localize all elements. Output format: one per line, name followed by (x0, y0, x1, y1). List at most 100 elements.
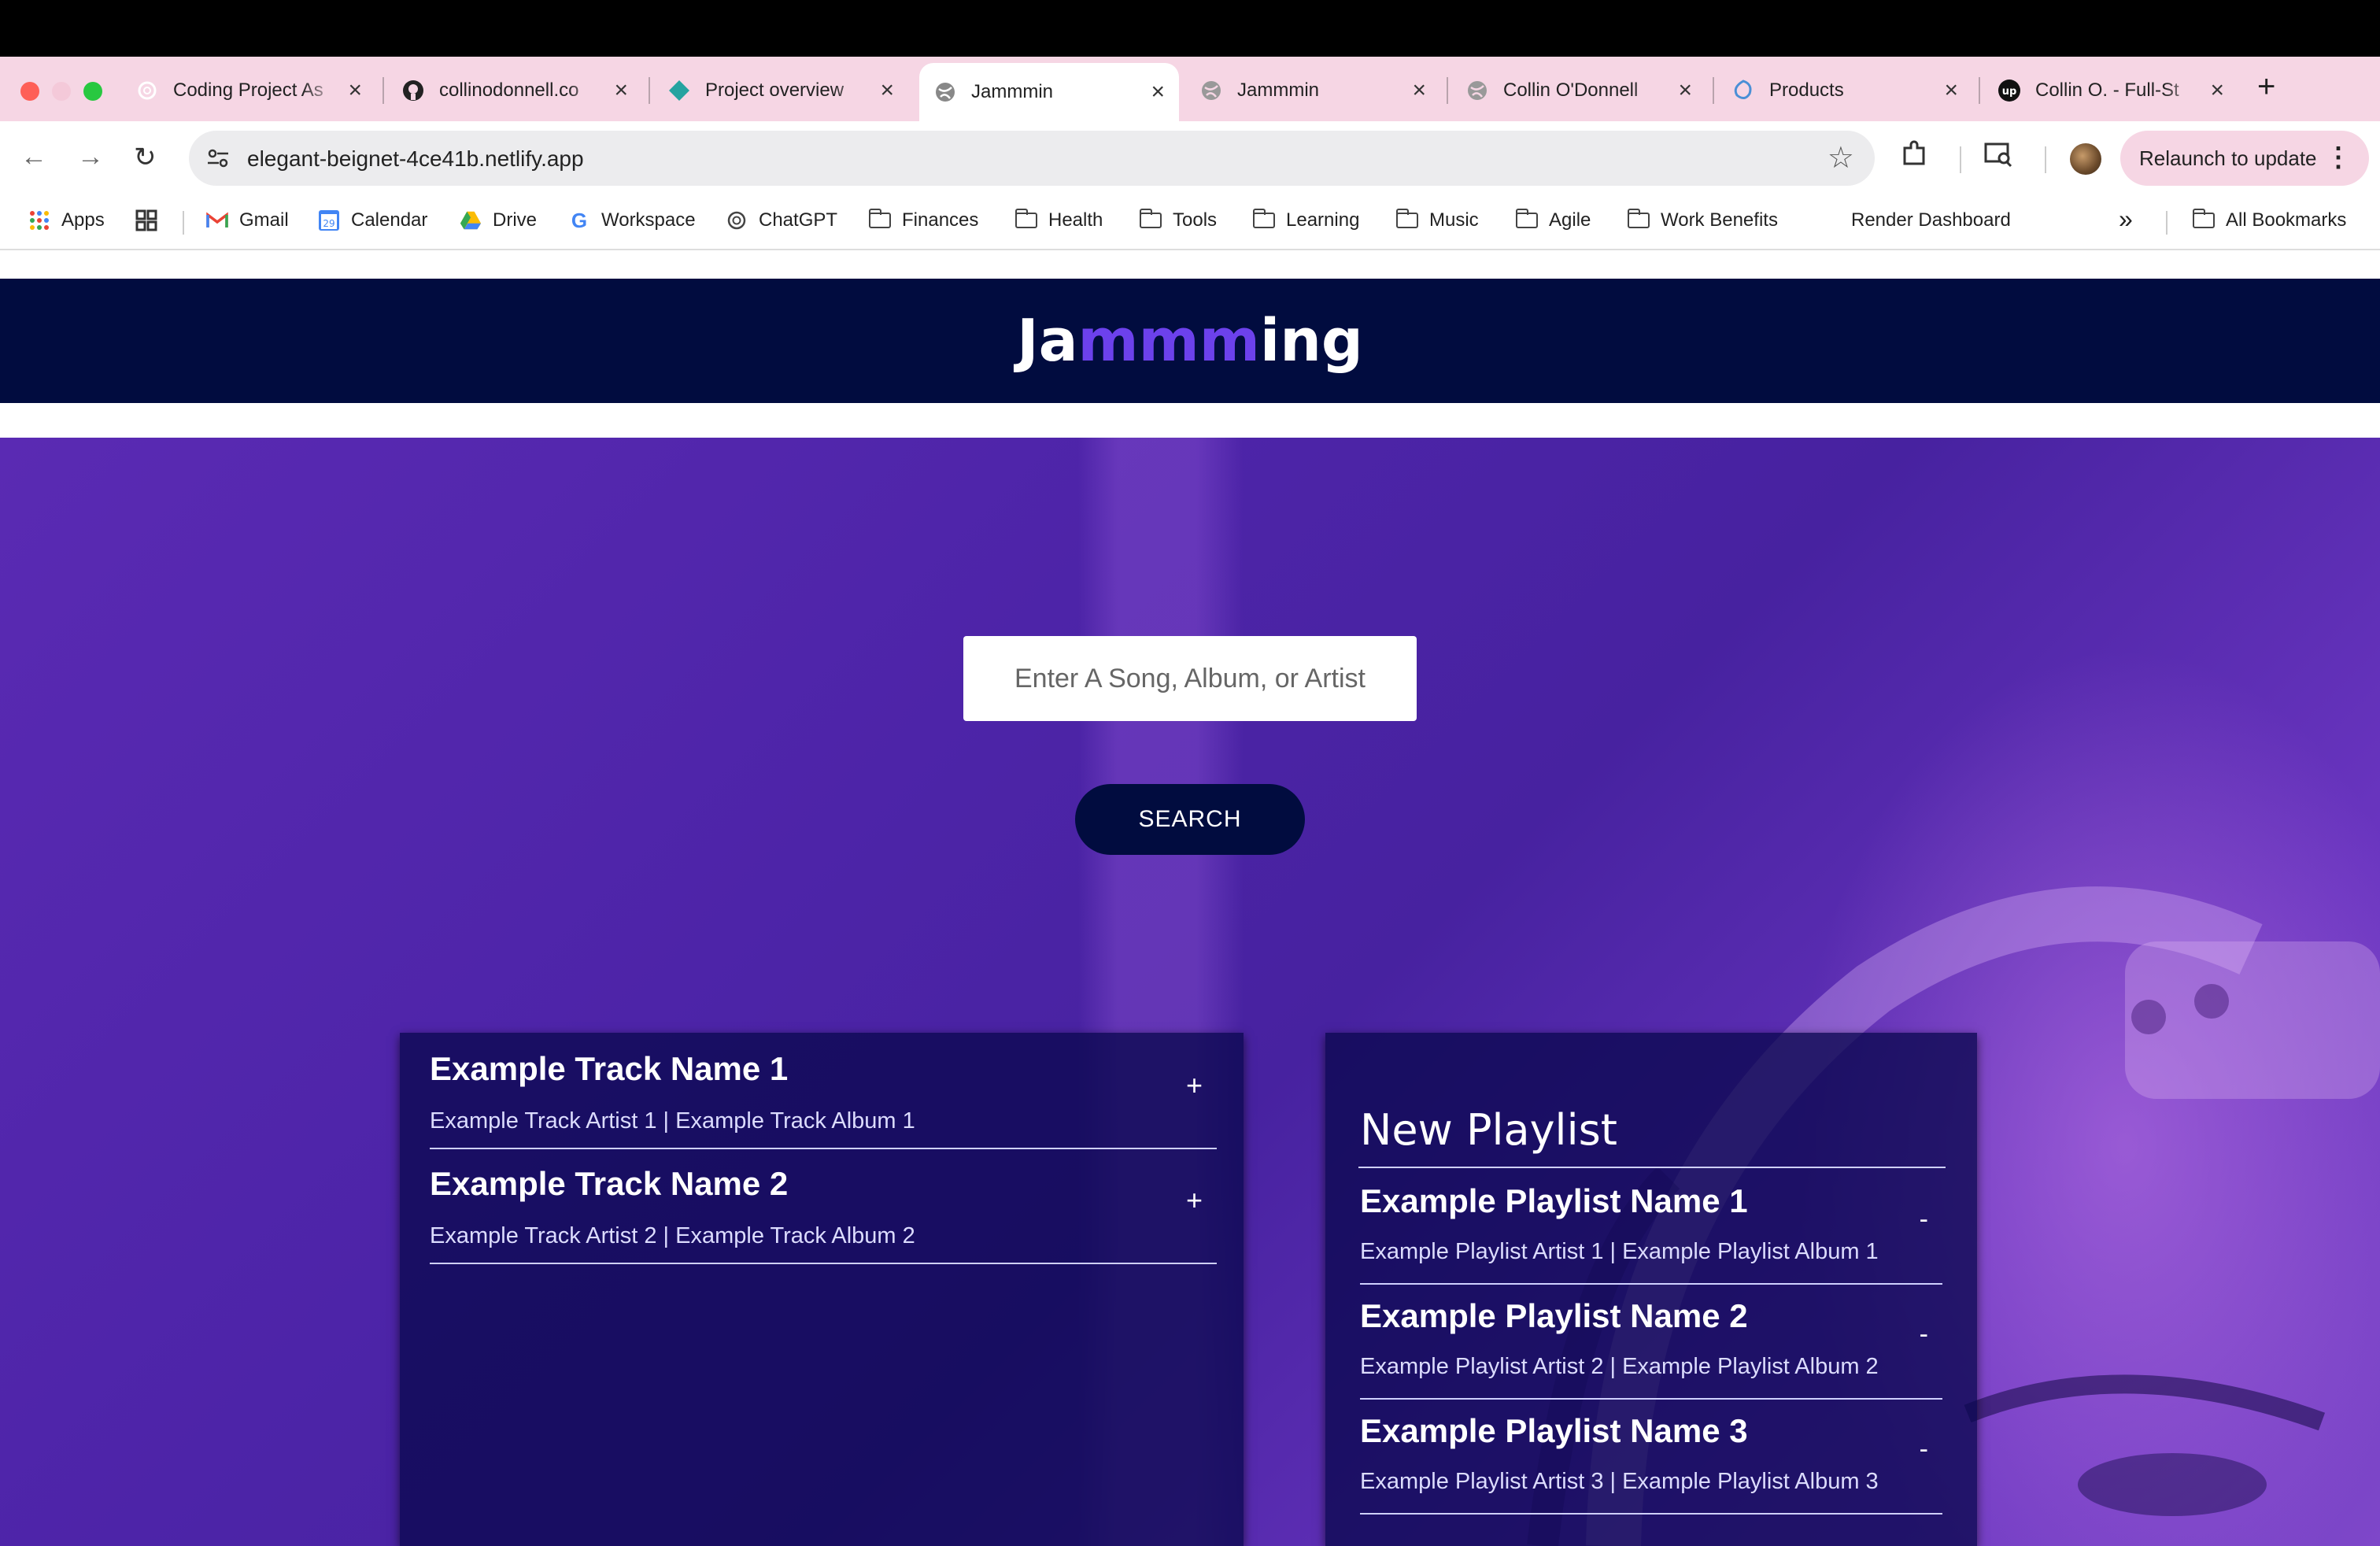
playlist-track: Example Playlist Name 1 Example Playlist… (1360, 1168, 1942, 1285)
calendar-day-number: 29 (323, 218, 334, 229)
remove-track-button[interactable]: - (1920, 1319, 1928, 1350)
close-icon[interactable]: × (348, 77, 362, 104)
tab-jammmin[interactable]: Jammmin × (1185, 65, 1440, 117)
tab-title: Jammmin (971, 81, 1054, 102)
close-window-button[interactable] (20, 82, 39, 101)
tab-collin-odonnell[interactable]: Collin O'Donnell × (1451, 65, 1706, 117)
bookmark-render-dashboard[interactable]: Render Dashboard (1851, 209, 2011, 231)
tab-divider (382, 77, 384, 104)
search-input[interactable] (963, 636, 1417, 721)
bookmark-folder-agile[interactable]: Agile (1515, 209, 1591, 231)
screen-top-strip (0, 0, 2380, 57)
tab-coding-project[interactable]: Coding Project As × (121, 65, 376, 117)
bookmark-workspace[interactable]: G Workspace (568, 208, 696, 232)
profile-avatar[interactable] (2070, 143, 2101, 175)
tab-divider (1447, 77, 1448, 104)
back-arrow-icon[interactable]: ← (20, 142, 47, 172)
bookmark-apps[interactable]: Apps (28, 209, 105, 231)
tab-title: collinodonnell.co (439, 80, 579, 101)
bookmark-label: Learning (1286, 209, 1360, 231)
bookmark-folder-health[interactable]: Health (1014, 209, 1103, 231)
new-tab-button[interactable]: + (2257, 69, 2275, 105)
result-track: Example Track Name 2 Example Track Artis… (430, 1148, 1217, 1264)
bookmark-gmail[interactable]: Gmail (206, 209, 289, 231)
toolbar-divider (1960, 146, 1961, 173)
bookmark-folder-music[interactable]: Music (1395, 209, 1479, 231)
bookmark-label: All Bookmarks (2226, 209, 2347, 231)
search-results-panel: Example Track Name 1 Example Track Artis… (400, 1033, 1244, 1546)
app-header: Jammming (0, 279, 2380, 403)
track-name: Example Playlist Name 2 (1360, 1297, 1748, 1334)
close-icon[interactable]: × (1944, 77, 1958, 104)
logo-highlight: mmm (1077, 307, 1260, 375)
toolbar-divider (2045, 146, 2046, 173)
forward-arrow-icon[interactable]: → (77, 142, 104, 172)
upwork-icon: up (1998, 79, 2021, 102)
tab-search-icon[interactable] (1983, 140, 2013, 176)
search-button[interactable]: SEARCH (1075, 784, 1305, 855)
tab-project-overview[interactable]: Project overview × (653, 65, 908, 117)
logo-prefix: Ja (1017, 307, 1078, 375)
tab-groups-button[interactable] (135, 209, 168, 231)
add-track-button[interactable]: + (1186, 1069, 1203, 1102)
extensions-puzzle-icon[interactable] (1900, 140, 1928, 176)
add-track-button[interactable]: + (1186, 1184, 1203, 1217)
globe-icon (933, 80, 957, 104)
all-bookmarks-folder[interactable]: All Bookmarks (2192, 209, 2347, 231)
bookmark-star-icon[interactable]: ☆ (1828, 140, 1854, 176)
bookmark-folder-learning[interactable]: Learning (1252, 209, 1360, 231)
close-icon[interactable]: × (1412, 77, 1426, 104)
track-name: Example Playlist Name 3 (1360, 1412, 1748, 1449)
track-name: Example Track Name 1 (430, 1050, 789, 1087)
tab-products[interactable]: Products × (1717, 65, 1972, 117)
track-artist-album: Example Playlist Artist 1 | Example Play… (1360, 1239, 1879, 1264)
bookmark-label: Apps (61, 209, 105, 231)
bookmarks-overflow-icon[interactable]: » (2119, 205, 2133, 234)
tab-jammmin-active[interactable]: Jammmin × (919, 63, 1179, 121)
maximize-window-button[interactable] (83, 82, 102, 101)
github-icon (401, 79, 425, 102)
bookmark-drive[interactable]: Drive (460, 209, 537, 231)
tab-title: Collin O'Donnell (1503, 80, 1639, 101)
minimize-window-button[interactable] (52, 82, 71, 101)
track-artist-album: Example Playlist Artist 3 | Example Play… (1360, 1469, 1879, 1494)
jammming-logo: Jammming (1017, 307, 1363, 375)
folder-icon (1014, 209, 1037, 231)
tab-title: Collin O. - Full-St (2035, 80, 2179, 101)
remove-track-button[interactable]: - (1920, 1434, 1928, 1465)
address-bar[interactable]: elegant-beignet-4ce41b.netlify.app ☆ (189, 131, 1875, 186)
remove-track-button[interactable]: - (1920, 1204, 1928, 1235)
close-icon[interactable]: × (1151, 79, 1165, 105)
track-artist-album: Example Track Artist 1 | Example Track A… (430, 1108, 915, 1134)
google-icon: G (571, 208, 588, 232)
tab-github[interactable]: collinodonnell.co × (387, 65, 642, 117)
bookmark-folder-finances[interactable]: Finances (868, 209, 978, 231)
bookmark-folder-tools[interactable]: Tools (1139, 209, 1218, 231)
result-track: Example Track Name 1 Example Track Artis… (430, 1033, 1217, 1149)
tab-upwork[interactable]: up Collin O. - Full-St × (1983, 65, 2238, 117)
url-text[interactable]: elegant-beignet-4ce41b.netlify.app (247, 146, 584, 172)
tab-divider (1713, 77, 1714, 104)
track-artist-album: Example Playlist Artist 2 | Example Play… (1360, 1354, 1879, 1379)
close-icon[interactable]: × (880, 77, 894, 104)
bookmark-label: ChatGPT (759, 209, 838, 231)
folder-icon (868, 209, 891, 231)
bookmark-folder-work-benefits[interactable]: Work Benefits (1627, 209, 1778, 231)
site-settings-icon[interactable] (205, 145, 231, 172)
close-icon[interactable]: × (2210, 77, 2224, 104)
close-icon[interactable]: × (614, 77, 628, 104)
playlist-name-input[interactable]: New Playlist (1360, 1105, 1617, 1155)
bookmark-chatgpt[interactable]: ChatGPT (726, 209, 837, 231)
relaunch-to-update-button[interactable]: Relaunch to update ⋮ (2120, 131, 2369, 186)
track-artist-album: Example Track Artist 2 | Example Track A… (430, 1223, 915, 1248)
reload-icon[interactable]: ↻ (134, 142, 157, 173)
bookmark-label: Work Benefits (1661, 209, 1778, 231)
tab-title: Jammmin (1237, 80, 1320, 101)
bookmark-label: Tools (1173, 209, 1218, 231)
close-icon[interactable]: × (1678, 77, 1692, 104)
svg-text:up: up (2002, 86, 2017, 98)
kebab-menu-icon[interactable]: ⋮ (2325, 142, 2352, 173)
bookmark-label: Health (1048, 209, 1103, 231)
bookmark-calendar[interactable]: 29 Calendar (318, 209, 427, 231)
drive-icon (460, 209, 482, 231)
